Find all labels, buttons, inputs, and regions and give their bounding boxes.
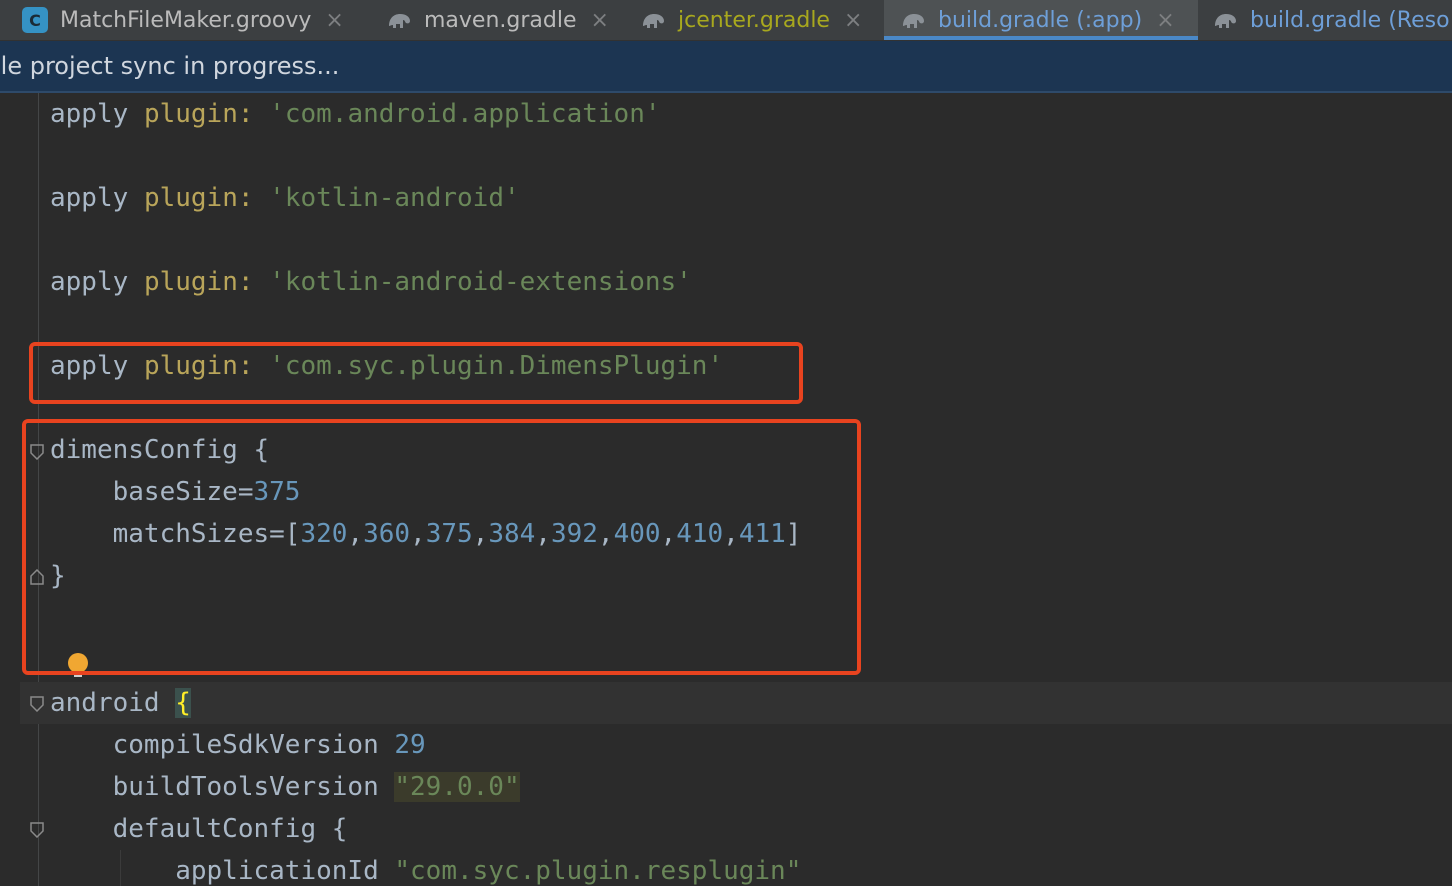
highlight-box-apply-plugin <box>29 342 803 404</box>
close-icon[interactable]: × <box>325 8 343 33</box>
tab-label: build.gradle (Reso <box>1250 7 1450 33</box>
gradle-sync-banner: lle project sync in progress... <box>0 41 1452 93</box>
fold-marker-icon[interactable] <box>30 696 44 712</box>
gradle-elephant-icon <box>389 14 410 28</box>
tab-matchfilemaker[interactable]: C MatchFileMaker.groovy × <box>0 0 368 40</box>
tab-label: MatchFileMaker.groovy <box>60 7 312 33</box>
code-line: apply plugin: 'kotlin-android' <box>50 183 520 213</box>
highlight-box-dimens-config <box>22 419 861 675</box>
sync-status-text: lle project sync in progress... <box>0 52 340 80</box>
current-line-highlight <box>20 682 1452 724</box>
editor-tab-bar: C MatchFileMaker.groovy × maven.gradle ×… <box>0 0 1452 41</box>
gradle-elephant-icon <box>643 14 664 28</box>
gradle-elephant-icon <box>903 14 924 28</box>
fold-marker-icon[interactable] <box>30 822 44 838</box>
tab-maven-gradle[interactable]: maven.gradle × <box>368 0 622 40</box>
code-line: apply plugin: 'com.android.application' <box>50 99 661 129</box>
code-line: defaultConfig { <box>50 814 348 844</box>
tab-build-gradle-reso[interactable]: build.gradle (Reso <box>1198 0 1452 40</box>
code-editor[interactable]: apply plugin: 'com.android.application' … <box>0 93 1452 886</box>
active-tab-indicator <box>884 36 1198 40</box>
gradle-elephant-icon <box>1215 14 1236 28</box>
tab-label: maven.gradle <box>424 7 577 33</box>
tab-jcenter-gradle[interactable]: jcenter.gradle × <box>622 0 884 40</box>
close-icon[interactable]: × <box>1156 8 1174 33</box>
code-line: applicationId "com.syc.plugin.resplugin" <box>50 856 802 886</box>
groovy-class-icon: C <box>22 7 48 33</box>
code-line: apply plugin: 'kotlin-android-extensions… <box>50 267 692 297</box>
code-line: buildToolsVersion "29.0.0" <box>50 772 520 802</box>
tab-build-gradle-app[interactable]: build.gradle (:app) × <box>884 0 1198 40</box>
tab-label: build.gradle (:app) <box>938 7 1143 33</box>
close-icon[interactable]: × <box>844 8 862 33</box>
code-line: android { <box>50 688 191 718</box>
close-icon[interactable]: × <box>591 8 609 33</box>
code-line: compileSdkVersion 29 <box>50 730 426 760</box>
tab-label: jcenter.gradle <box>678 7 830 33</box>
